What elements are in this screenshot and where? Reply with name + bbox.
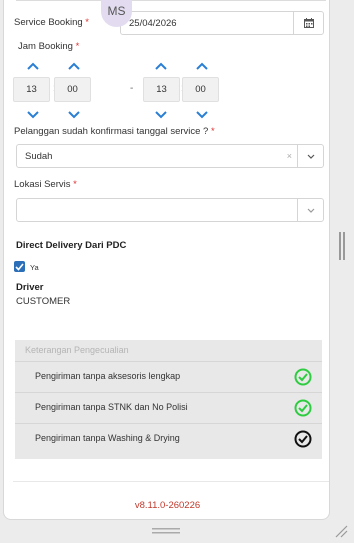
konfirmasi-select[interactable]: Sudah × (16, 144, 324, 168)
konfirmasi-label-text: Pelanggan sudah konfirmasi tanggal servi… (14, 126, 209, 137)
clear-selection-icon[interactable]: × (287, 151, 292, 161)
check-circle-green-icon[interactable] (294, 399, 312, 417)
direct-delivery-checkbox[interactable] (14, 261, 25, 272)
dropdown-toggle[interactable] (297, 199, 323, 221)
check-circle-black-icon[interactable] (294, 430, 312, 448)
checkmark-icon (15, 262, 24, 271)
exception-text: Pengiriman tanpa aksesoris lengkap (35, 371, 181, 381)
start-minute-input[interactable]: 00 (54, 77, 91, 102)
exception-text: Pengiriman tanpa Washing & Drying (35, 433, 180, 443)
end-minute-increment-icon[interactable] (196, 62, 208, 70)
drag-handle-icon[interactable] (152, 528, 180, 534)
exceptions-header-text: Keterangan Pengecualian (25, 345, 129, 355)
konfirmasi-label: Pelanggan sudah konfirmasi tanggal servi… (14, 126, 215, 137)
jam-booking-label: Jam Booking * (18, 41, 79, 52)
exception-row[interactable]: Pengiriman tanpa Washing & Drying (15, 424, 322, 455)
exceptions-table: Keterangan Pengecualian Pengiriman tanpa… (15, 340, 322, 459)
calendar-icon (303, 18, 314, 28)
start-minute-increment-icon[interactable] (68, 62, 80, 70)
start-minute-decrement-icon[interactable] (68, 111, 80, 119)
start-hour-increment-icon[interactable] (27, 62, 39, 70)
required-mark: * (85, 17, 89, 28)
exception-row[interactable]: Pengiriman tanpa aksesoris lengkap (15, 362, 322, 393)
check-circle-green-icon[interactable] (294, 368, 312, 386)
dropdown-toggle[interactable] (297, 145, 323, 167)
driver-label: Driver (16, 282, 44, 293)
end-hour-increment-icon[interactable] (155, 62, 167, 70)
app-version: v8.11.0-260226 (134, 500, 201, 511)
direct-delivery-label: Direct Delivery Dari PDC (16, 240, 127, 251)
driver-value: CUSTOMER (16, 296, 71, 307)
chevron-down-icon (307, 208, 314, 213)
service-booking-label-text: Service Booking (14, 17, 83, 28)
start-hour-decrement-icon[interactable] (27, 111, 39, 119)
service-booking-date-value: 25/04/2026 (129, 18, 177, 29)
end-minute-input[interactable]: 00 (182, 77, 219, 102)
end-hour-input[interactable]: 13 (143, 77, 180, 102)
exception-text: Pengiriman tanpa STNK dan No Polisi (35, 402, 188, 412)
resize-grip-icon[interactable] (334, 524, 348, 538)
required-mark: * (75, 41, 80, 52)
direct-delivery-checkbox-label: Ya (30, 263, 39, 272)
required-mark: * (73, 179, 77, 190)
exceptions-header: Keterangan Pengecualian (15, 340, 322, 362)
lokasi-label-text: Lokasi Servis (14, 179, 71, 190)
footer-divider (13, 481, 329, 482)
lokasi-label: Lokasi Servis * (14, 179, 77, 190)
lokasi-select[interactable] (16, 198, 324, 222)
top-divider (16, 0, 326, 1)
service-booking-label: Service Booking * (14, 17, 89, 28)
exception-row[interactable]: Pengiriman tanpa STNK dan No Polisi (15, 393, 322, 424)
form-panel: Service Booking * 25/04/2026 Jam Booking… (3, 0, 330, 520)
calendar-button[interactable] (293, 12, 323, 34)
end-minute-decrement-icon[interactable] (196, 111, 208, 119)
jam-booking-label-text: Jam Booking (18, 41, 73, 52)
service-booking-date-input[interactable]: 25/04/2026 (120, 11, 324, 35)
required-mark: * (210, 126, 215, 137)
time-range-separator: - (130, 83, 134, 94)
scrollbar-handle-icon[interactable] (339, 232, 345, 260)
chevron-down-icon (307, 154, 314, 159)
start-hour-input[interactable]: 13 (13, 77, 50, 102)
end-hour-decrement-icon[interactable] (155, 111, 167, 119)
konfirmasi-selected-value: Sudah (25, 151, 53, 162)
